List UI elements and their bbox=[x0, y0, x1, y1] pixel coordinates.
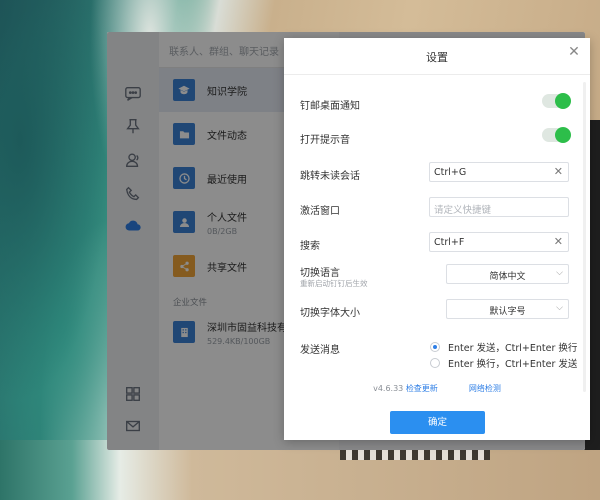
shortcut-value: Ctrl+G bbox=[434, 167, 467, 178]
chevron-down-icon: ⌵ bbox=[556, 303, 563, 313]
radio-checked[interactable] bbox=[430, 342, 440, 352]
radio-unchecked[interactable] bbox=[430, 358, 440, 368]
divider bbox=[284, 74, 590, 75]
toggle-knob bbox=[555, 93, 571, 109]
shortcut-value: Ctrl+F bbox=[434, 237, 465, 248]
send-option-enter-newline[interactable]: Enter 换行，Ctrl+Enter 发送 bbox=[430, 356, 577, 370]
setting-label: 发送消息 bbox=[300, 345, 340, 356]
network-check-link[interactable]: 网络检测 bbox=[469, 384, 501, 393]
font-size-select[interactable]: 默认字号 ⌵ bbox=[446, 299, 569, 319]
jump-unread-shortcut-input[interactable]: Ctrl+G ✕ bbox=[429, 162, 569, 182]
language-select[interactable]: 简体中文 ⌵ bbox=[446, 264, 569, 284]
selected-value: 默认字号 bbox=[489, 307, 526, 317]
setting-hint: 重新启动钉钉后生效 bbox=[300, 279, 368, 288]
setting-label: 打开提示音 bbox=[300, 135, 350, 146]
version-text: v4.6.33 bbox=[373, 384, 404, 393]
activate-window-shortcut-input[interactable]: 请定义快捷键 bbox=[429, 197, 569, 217]
check-update-link[interactable]: 检查更新 bbox=[406, 384, 438, 393]
close-icon[interactable]: ✕ bbox=[566, 44, 582, 60]
sound-toggle[interactable] bbox=[542, 127, 571, 143]
dialog-title: 设置 bbox=[426, 51, 448, 64]
scrollbar[interactable] bbox=[583, 82, 586, 392]
setting-label: 激活窗口 bbox=[300, 206, 340, 217]
settings-dialog: 设置 ✕ 钉邮桌面通知 打开提示音 跳转未读会话 Ctrl+G ✕ 激活窗口 请… bbox=[284, 38, 590, 440]
dialog-footer-links: v4.6.33 检查更新 网络检测 bbox=[284, 383, 590, 394]
chevron-down-icon: ⌵ bbox=[556, 268, 563, 278]
send-option-enter-send[interactable]: Enter 发送，Ctrl+Enter 换行 bbox=[430, 340, 577, 354]
clear-icon[interactable]: ✕ bbox=[554, 235, 563, 248]
setting-label: 钉邮桌面通知 bbox=[300, 101, 360, 112]
confirm-button[interactable]: 确定 bbox=[390, 411, 485, 434]
radio-label: Enter 换行，Ctrl+Enter 发送 bbox=[448, 359, 578, 370]
setting-label: 切换字体大小 bbox=[300, 308, 360, 319]
toggle-knob bbox=[555, 127, 571, 143]
selected-value: 简体中文 bbox=[489, 272, 526, 282]
search-shortcut-input[interactable]: Ctrl+F ✕ bbox=[429, 232, 569, 252]
clear-icon[interactable]: ✕ bbox=[554, 165, 563, 178]
shortcut-placeholder: 请定义快捷键 bbox=[434, 205, 492, 216]
setting-label: 切换语言 bbox=[300, 268, 340, 279]
setting-label: 搜索 bbox=[300, 241, 320, 252]
setting-label: 跳转未读会话 bbox=[300, 171, 360, 182]
ding-notify-toggle[interactable] bbox=[542, 93, 571, 109]
radio-label: Enter 发送，Ctrl+Enter 换行 bbox=[448, 343, 578, 354]
